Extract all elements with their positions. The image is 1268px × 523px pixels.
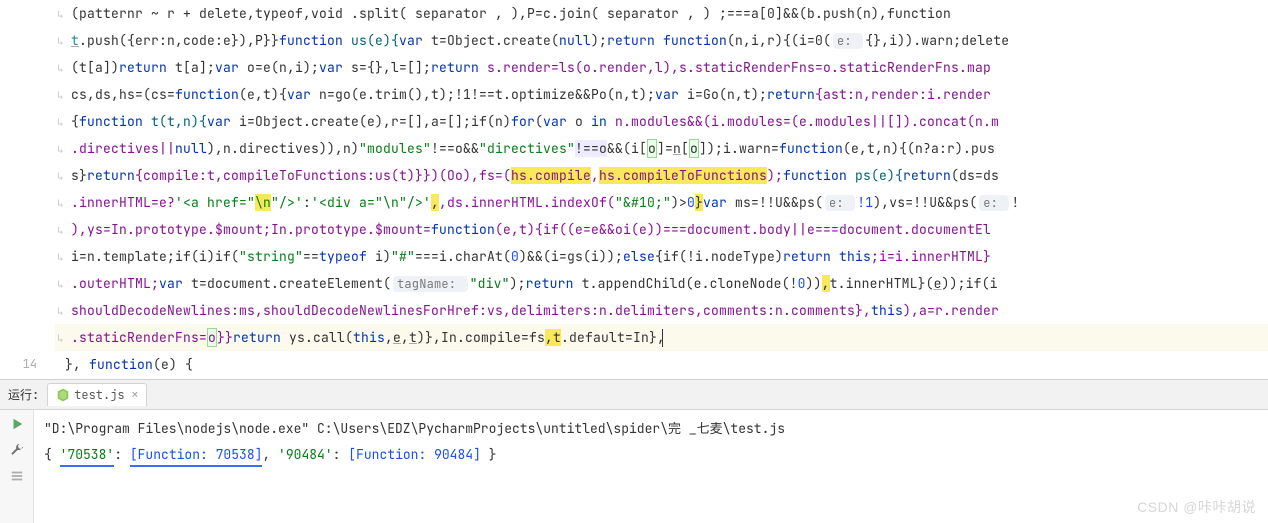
code-line-current[interactable]: ↳.staticRenderFns=o}}return ys.call(this…	[55, 324, 1268, 351]
code-line[interactable]: ↳s}return{compile:t,compileToFunctions:u…	[55, 162, 1268, 189]
code-line[interactable]: ↳),ys=In.prototype.$mount;In.prototype.$…	[55, 216, 1268, 243]
close-icon[interactable]: ✕	[132, 388, 139, 402]
code-line[interactable]: ↳.outerHTML;var t=document.createElement…	[55, 270, 1268, 297]
code-line[interactable]: ↳{function t(t,n){var i=Object.create(e)…	[55, 108, 1268, 135]
gutter: 14	[0, 0, 55, 379]
param-hint: e:	[825, 195, 855, 211]
run-button[interactable]	[9, 416, 25, 432]
console-command: "D:\Program Files\nodejs\node.exe" C:\Us…	[44, 416, 1258, 442]
code-line[interactable]: ↳t.push({err:n,code:e}),P}}function us(e…	[55, 27, 1268, 54]
more-button[interactable]	[9, 468, 25, 484]
param-hint: e:	[833, 33, 863, 49]
param-hint: e:	[979, 195, 1009, 211]
code-line[interactable]: ↳cs,ds,hs=(cs=function(e,t){var n=go(e.t…	[55, 81, 1268, 108]
editor-pane: 14 ↳(patternr ~ r + delete,typeof,void .…	[0, 0, 1268, 380]
code-area[interactable]: ↳(patternr ~ r + delete,typeof,void .spl…	[55, 0, 1268, 379]
code-line[interactable]: ↳.innerHTML=e?'<a href="\n"/>':'<div a="…	[55, 189, 1268, 216]
run-panel-body: "D:\Program Files\nodejs\node.exe" C:\Us…	[0, 410, 1268, 523]
console-output[interactable]: "D:\Program Files\nodejs\node.exe" C:\Us…	[34, 410, 1268, 523]
console-result-line: { '70538': [Function: 70538], '90484': […	[44, 442, 1258, 468]
run-label: 运行:	[8, 386, 39, 403]
code-line[interactable]: ↳(t[a])return t[a];var o=e(n,i);var s={}…	[55, 54, 1268, 81]
code-line[interactable]: ↳i=n.template;if(i)if("string"==typeof i…	[55, 243, 1268, 270]
run-panel-header: 运行: test.js ✕	[0, 380, 1268, 410]
run-tab[interactable]: test.js ✕	[47, 383, 147, 406]
run-toolbar	[0, 410, 34, 523]
param-hint: tagName:	[393, 276, 468, 292]
code-line[interactable]: }, function(e) {	[55, 351, 1268, 378]
run-tab-label: test.js	[74, 387, 124, 403]
code-line[interactable]: ↳shouldDecodeNewlines:ms,shouldDecodeNew…	[55, 297, 1268, 324]
line-number-14: 14	[0, 351, 37, 378]
code-line[interactable]: ↳.directives||null),n.directives)),n)"mo…	[55, 135, 1268, 162]
code-line[interactable]: ↳(patternr ~ r + delete,typeof,void .spl…	[55, 0, 1268, 27]
tools-button[interactable]	[9, 442, 25, 458]
nodejs-icon	[56, 388, 70, 402]
